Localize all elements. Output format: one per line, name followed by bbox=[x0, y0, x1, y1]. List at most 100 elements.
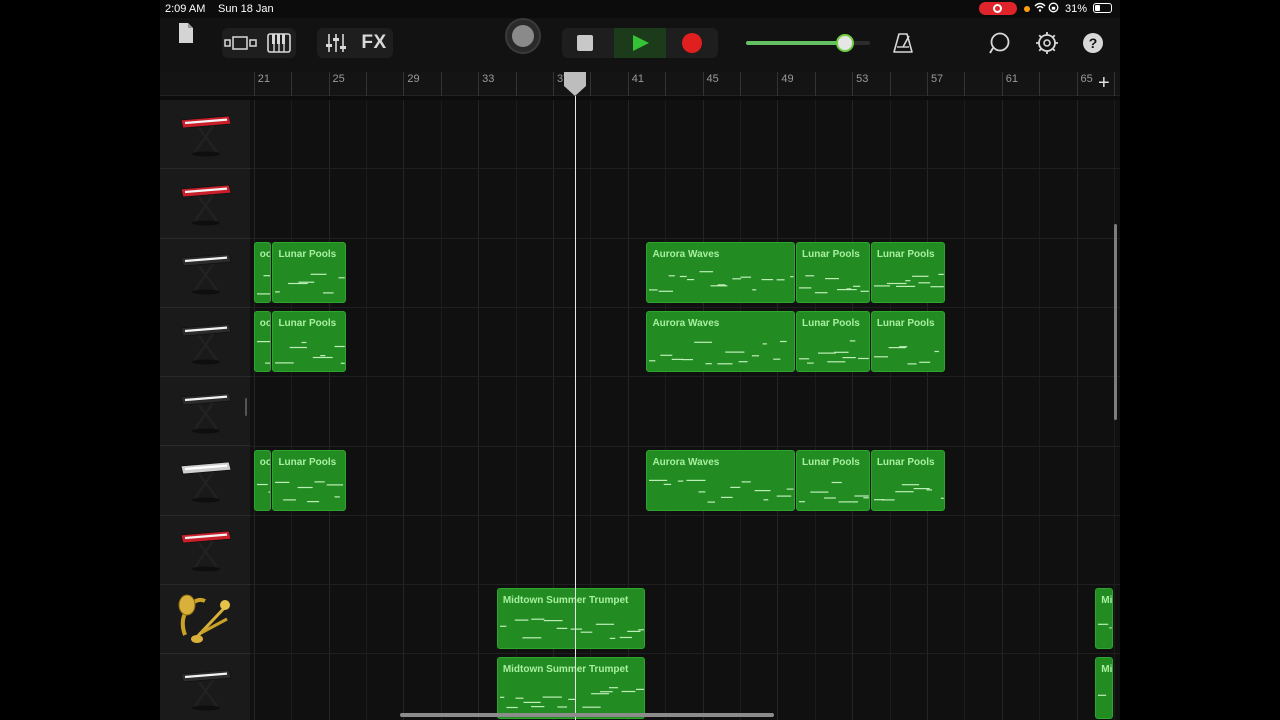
grid-line bbox=[253, 100, 255, 720]
red-keyboard-icon bbox=[177, 175, 233, 232]
track-header-resize-grip[interactable] bbox=[245, 398, 247, 416]
master-volume-thumb[interactable] bbox=[836, 34, 855, 52]
region[interactable]: Midtown Summer Trumpet bbox=[496, 657, 646, 719]
master-tempo-knob[interactable] bbox=[505, 18, 541, 54]
region[interactable]: Lunar Pools bbox=[870, 310, 945, 373]
settings-icon[interactable] bbox=[1034, 28, 1060, 58]
ruler-tick bbox=[440, 72, 478, 96]
region-name: Lunar Pools bbox=[278, 248, 337, 260]
region-name: Lunar Pools bbox=[802, 248, 860, 260]
ruler-bar-number: 53 bbox=[856, 73, 869, 85]
play-icon[interactable] bbox=[614, 28, 666, 58]
region-name: Lunar Pools bbox=[278, 317, 337, 329]
loop-browser-icon[interactable] bbox=[986, 28, 1014, 58]
track-row-divider bbox=[250, 584, 1120, 586]
fx-button-label: FX bbox=[361, 32, 387, 53]
tracks-area[interactable]: ools Lunar Pools Aurora Waves Lunar Pools Lu… bbox=[250, 100, 1120, 720]
add-section-button[interactable]: + bbox=[1098, 73, 1110, 93]
ruler-tick bbox=[665, 72, 702, 96]
track-row-divider bbox=[250, 168, 1120, 170]
record-icon[interactable] bbox=[666, 28, 718, 58]
track-header[interactable] bbox=[160, 585, 250, 655]
track-headers bbox=[160, 100, 250, 720]
grid-line bbox=[365, 100, 367, 720]
region-name: Lunar Pools bbox=[802, 317, 860, 329]
battery-icon bbox=[1093, 3, 1112, 13]
region[interactable]: Aurora Waves bbox=[646, 449, 796, 511]
dark-keyboard-icon bbox=[177, 383, 233, 440]
wifi-icon bbox=[1034, 2, 1046, 15]
mixer-fx-group: FX bbox=[317, 28, 393, 58]
ruler-bar-number: 21 bbox=[257, 73, 270, 85]
ruler-bar-number: 45 bbox=[706, 73, 719, 85]
region[interactable]: Lunar Pools bbox=[870, 241, 945, 303]
region[interactable]: Lunar Pools bbox=[796, 241, 870, 303]
grid-line bbox=[440, 100, 442, 720]
track-header[interactable] bbox=[160, 239, 250, 308]
region[interactable]: Aurora Waves bbox=[646, 241, 796, 303]
ruler-bar-number: 25 bbox=[332, 73, 345, 85]
vertical-scrollbar[interactable] bbox=[1114, 224, 1117, 420]
track-row-divider bbox=[250, 653, 1120, 655]
master-volume-slider[interactable] bbox=[746, 34, 870, 52]
red-keyboard-icon bbox=[177, 106, 233, 163]
home-indicator[interactable] bbox=[400, 713, 774, 717]
view-controls-group bbox=[222, 28, 296, 58]
region[interactable]: Lunar Pools bbox=[796, 310, 870, 373]
region-name: Midtown Summer Trumpet bbox=[502, 595, 629, 607]
ruler-tick bbox=[291, 72, 328, 96]
grid-line bbox=[1039, 100, 1041, 720]
timeline-ruler[interactable]: 21 25 29 33 37 41 45 49 53 57 61 65 bbox=[160, 72, 1120, 96]
region[interactable]: Aurora Waves bbox=[646, 310, 796, 373]
playhead-handle[interactable] bbox=[563, 72, 587, 96]
status-date: Sun 18 Jan bbox=[218, 3, 274, 15]
grid-line bbox=[702, 100, 704, 720]
region[interactable]: ools bbox=[253, 449, 272, 511]
view-toggle-icon[interactable] bbox=[222, 28, 260, 58]
region-name: Lunar Pools bbox=[876, 248, 935, 260]
region[interactable]: Mi bbox=[1095, 657, 1113, 719]
track-header[interactable] bbox=[160, 447, 250, 516]
region[interactable]: Lunar Pools bbox=[272, 241, 347, 303]
my-songs-icon[interactable] bbox=[174, 18, 198, 48]
fx-button[interactable]: FX bbox=[355, 28, 393, 58]
track-header[interactable] bbox=[160, 654, 250, 720]
mixer-icon[interactable] bbox=[317, 28, 355, 58]
ruler-tick bbox=[1113, 72, 1120, 96]
region[interactable]: ools bbox=[253, 241, 272, 303]
track-header[interactable] bbox=[160, 308, 250, 378]
region[interactable]: Lunar Pools bbox=[796, 449, 870, 511]
region[interactable]: Mi bbox=[1095, 588, 1113, 650]
track-header[interactable] bbox=[160, 377, 250, 447]
grid-line bbox=[739, 100, 741, 720]
keyboard-icon[interactable] bbox=[262, 28, 296, 58]
region[interactable]: ools bbox=[253, 310, 272, 373]
ruler-bar-number: 61 bbox=[1005, 73, 1018, 85]
track-header[interactable] bbox=[160, 516, 250, 586]
grid-line bbox=[889, 100, 891, 720]
grid-line bbox=[665, 100, 667, 720]
region[interactable]: Lunar Pools bbox=[870, 449, 945, 511]
garageband-screen: 2:09 AM Sun 18 Jan 31% FX ? 21 25 29 33 … bbox=[160, 0, 1120, 720]
grid-line bbox=[964, 100, 966, 720]
metronome-icon[interactable] bbox=[890, 28, 916, 58]
grid-line bbox=[291, 100, 293, 720]
track-row-divider bbox=[250, 376, 1120, 378]
region-name: Mi bbox=[1101, 595, 1113, 607]
red-keyboard-icon bbox=[177, 521, 233, 578]
ruler-tick bbox=[515, 72, 553, 96]
region[interactable]: Lunar Pools bbox=[272, 449, 347, 511]
ruler-bar-number: 29 bbox=[407, 73, 420, 85]
region[interactable]: Lunar Pools bbox=[272, 310, 347, 373]
region[interactable]: Midtown Summer Trumpet bbox=[496, 588, 646, 650]
region-name: Mi bbox=[1101, 664, 1113, 676]
ruler-tick bbox=[1039, 72, 1076, 96]
track-header[interactable] bbox=[160, 100, 250, 170]
ruler-tick bbox=[964, 72, 1001, 96]
help-icon[interactable]: ? bbox=[1081, 28, 1105, 58]
region-name: Midtown Summer Trumpet bbox=[502, 664, 629, 676]
stop-icon[interactable] bbox=[562, 28, 614, 58]
screen-recording-indicator[interactable] bbox=[979, 2, 1017, 15]
track-header[interactable] bbox=[160, 169, 250, 239]
track-row-divider bbox=[250, 306, 1120, 308]
